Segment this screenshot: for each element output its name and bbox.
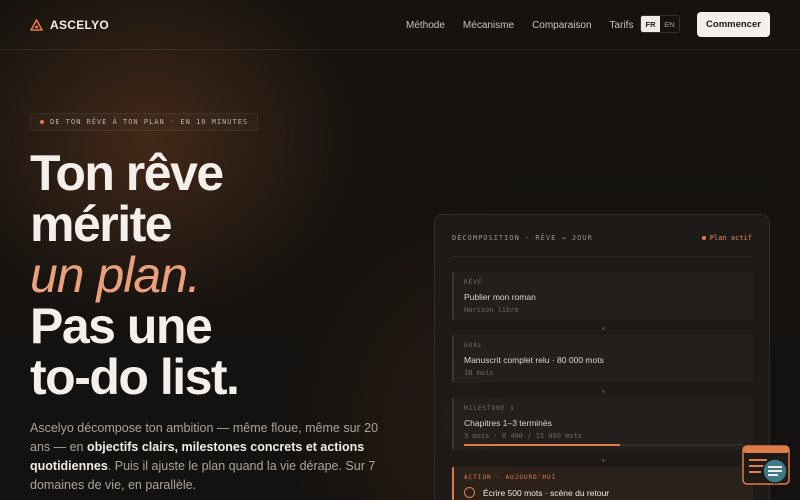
card-title: DÉCOMPOSITION · RÊVE → JOUR [452, 234, 593, 242]
headline-line-5: to-do list. [30, 349, 240, 405]
brand-logo[interactable]: ASCELYO [30, 18, 109, 32]
hero-badge: DE TON RÊVE À TON PLAN · EN 10 MINUTES [30, 113, 259, 131]
headline-accent: un plan. [30, 247, 201, 303]
headline-line-4: Pas une [30, 298, 213, 354]
headline-line-1: Ton rêve [30, 145, 224, 201]
step-goal[interactable]: GOAL Manuscrit complet relu · 80 000 mot… [452, 335, 753, 383]
step-label: MILESTONE 1 [464, 405, 515, 412]
nav-link-comparaison[interactable]: Comparaison [532, 20, 591, 31]
step-milestone[interactable]: MILESTONE 1 Chapitres 1–3 terminés 3 moi… [452, 398, 753, 450]
nav-link-mecanisme[interactable]: Mécanisme [463, 20, 514, 31]
lang-en-button[interactable]: EN [660, 16, 679, 32]
language-switch: FR EN [640, 15, 680, 33]
badge-text: DE TON RÊVE À TON PLAN · EN 10 MINUTES [50, 118, 249, 126]
nav-links: Méthode Mécanisme Comparaison Tarifs [406, 0, 633, 50]
step-action-today[interactable]: ACTION · AUJOURD'HUI Écrire 500 mots · s… [452, 467, 753, 500]
decomposition-card: DÉCOMPOSITION · RÊVE → JOUR Plan actif R… [434, 214, 770, 500]
headline-line-2: mérite [30, 196, 173, 252]
step-sub: 18 mois [464, 369, 494, 377]
step-sub: Horizon libre [464, 306, 519, 314]
start-button[interactable]: Commencer [697, 12, 770, 37]
card-header: DÉCOMPOSITION · RÊVE → JOUR Plan actif [452, 234, 752, 242]
card-divider [452, 256, 752, 257]
action-row: Écrire 500 mots · scène du retour [464, 487, 743, 498]
step-title: Manuscrit complet relu · 80 000 mots [464, 355, 604, 365]
step-connector [602, 459, 605, 462]
step-title: Chapitres 1–3 terminés [464, 418, 552, 428]
milestone-progress-bar [464, 444, 743, 446]
step-label: RÊVE [464, 279, 483, 286]
step-sub: 3 mois · 8 400 / 15 000 mots [464, 432, 583, 440]
step-label: GOAL [464, 342, 483, 349]
action-checkbox[interactable] [464, 487, 475, 498]
nav-link-tarifs[interactable]: Tarifs [610, 20, 634, 31]
plan-status-text: Plan actif [709, 234, 752, 242]
hero-headline: Ton rêve mérite un plan. Pas une to-do l… [30, 148, 390, 403]
lang-fr-button[interactable]: FR [641, 16, 660, 32]
status-dot-icon [701, 236, 706, 240]
nav-link-methode[interactable]: Méthode [406, 20, 445, 31]
step-dream[interactable]: RÊVE Publier mon roman Horizon libre [452, 272, 753, 320]
plan-status-badge: Plan actif [701, 234, 752, 242]
chat-widget-button[interactable] [742, 445, 790, 489]
step-connector [602, 390, 605, 393]
top-navigation: ASCELYO Méthode Mécanisme Comparaison Ta… [0, 0, 800, 50]
brand-name: ASCELYO [50, 17, 110, 32]
action-text: Écrire 500 mots · scène du retour [483, 487, 610, 498]
step-connector [602, 327, 605, 330]
chat-widget-icon [742, 445, 790, 485]
step-label: ACTION · AUJOURD'HUI [464, 474, 557, 481]
step-title: Publier mon roman [464, 292, 536, 302]
badge-dot-icon [40, 120, 44, 124]
milestone-progress-fill [464, 444, 621, 446]
triangle-logo-icon [30, 18, 43, 31]
hero-lead-paragraph: Ascelyo décompose ton ambition — même fl… [30, 419, 386, 495]
